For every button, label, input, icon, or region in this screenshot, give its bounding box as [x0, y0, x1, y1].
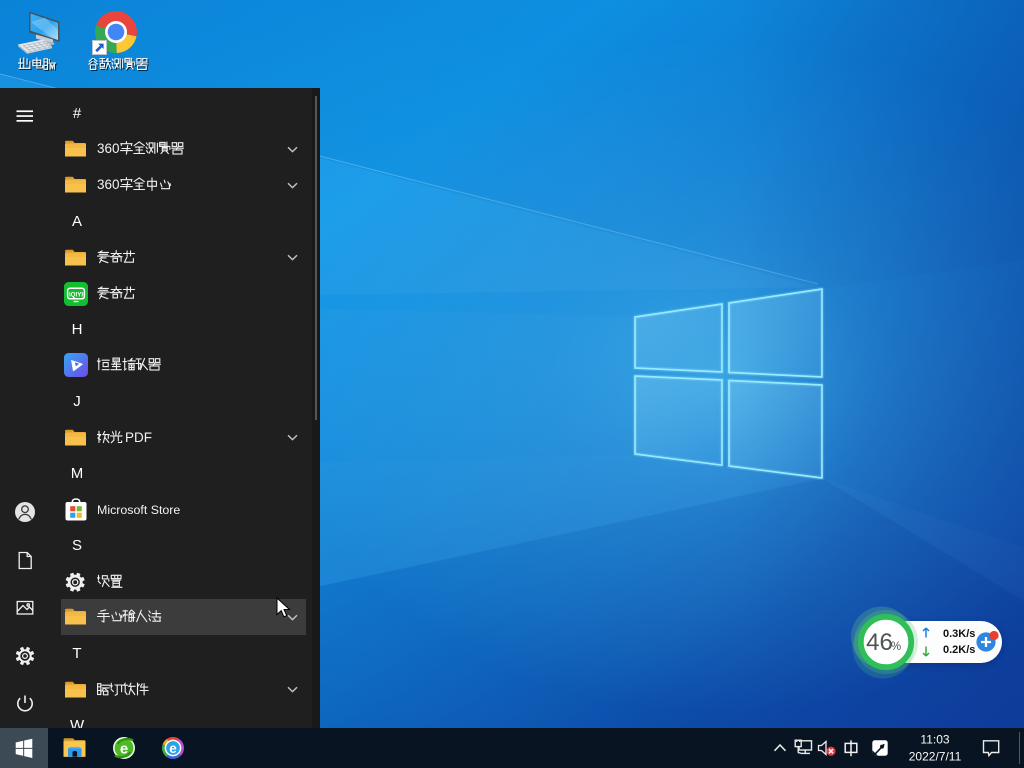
- svg-text:0.3K/s: 0.3K/s: [943, 628, 975, 640]
- svg-text:iQIYI: iQIYI: [69, 292, 83, 299]
- svg-text:2022/7/11: 2022/7/11: [909, 750, 962, 764]
- svg-text:11:03: 11:03: [920, 733, 949, 747]
- svg-text:e: e: [169, 741, 177, 756]
- svg-text:e: e: [120, 740, 128, 757]
- svg-text:0.2K/s: 0.2K/s: [943, 644, 975, 656]
